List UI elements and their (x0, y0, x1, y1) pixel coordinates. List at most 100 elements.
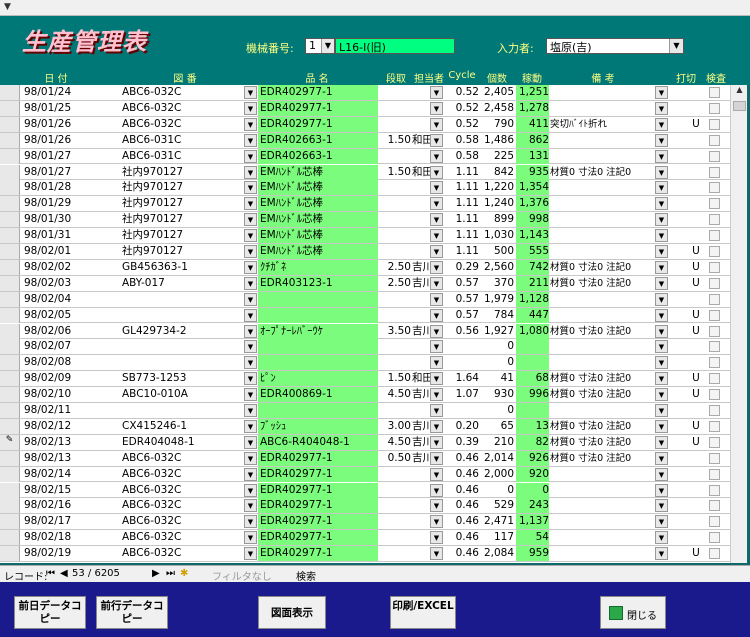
date-cell[interactable]: 98/01/26 (24, 117, 116, 132)
product-cell[interactable]: EDR402977-1 (258, 450, 378, 466)
table-row[interactable]: 98/02/14 ABC6-032C ▼ EDR402977-1 ▼ 0.46 2,000 9… (0, 466, 730, 483)
drawing-cell[interactable]: EDR404048-1 (122, 435, 242, 450)
product-cell[interactable]: EDR402977-1 (258, 482, 378, 498)
qty-cell[interactable]: 41 (480, 371, 514, 386)
row-selector[interactable] (0, 546, 20, 562)
date-cell[interactable]: 98/02/16 (24, 498, 116, 513)
inspect-checkbox[interactable] (709, 373, 720, 385)
inspect-checkbox[interactable] (709, 325, 720, 337)
uptime-cell[interactable]: 862 (516, 132, 549, 148)
uptime-cell[interactable]: 555 (516, 244, 549, 259)
note-cell[interactable] (550, 133, 654, 148)
setup-cell[interactable] (383, 85, 411, 100)
row-selector[interactable] (0, 100, 20, 116)
row-selector[interactable] (0, 403, 20, 418)
chevron-down-icon[interactable]: ▼ (430, 86, 443, 99)
date-cell[interactable]: 98/02/04 (24, 292, 116, 307)
collapse-arrow-icon[interactable]: ▼ (4, 2, 11, 12)
cut-cell[interactable] (690, 196, 702, 211)
setup-cell[interactable]: 2.50 (383, 276, 411, 291)
chevron-down-icon[interactable]: ▼ (430, 308, 443, 322)
date-cell[interactable]: 98/02/06 (24, 324, 116, 339)
uptime-cell[interactable]: 742 (516, 259, 549, 275)
uptime-cell[interactable]: 447 (516, 307, 549, 323)
table-row[interactable]: 98/01/31 社内970127 ▼ EMﾊﾝﾄﾞﾙ芯棒 ▼ 1.11 1,030 1,14… (0, 228, 730, 244)
uptime-cell[interactable]: 411 (516, 116, 549, 132)
cut-cell[interactable]: U (690, 371, 702, 386)
chevron-down-icon[interactable]: ▼ (430, 435, 443, 449)
operator-cell[interactable] (412, 244, 430, 259)
chevron-down-icon[interactable]: ▼ (430, 340, 443, 354)
chevron-down-icon[interactable]: ▼ (430, 213, 443, 227)
inspect-checkbox[interactable] (709, 452, 720, 464)
qty-cell[interactable]: 117 (480, 530, 514, 545)
chevron-down-icon[interactable]: ▼ (655, 308, 668, 322)
chevron-down-icon[interactable]: ▼ (655, 547, 668, 561)
product-cell[interactable]: EDR402663-1 (258, 148, 378, 164)
product-cell[interactable]: EDR402977-1 (258, 466, 378, 482)
uptime-cell[interactable]: 211 (516, 275, 549, 291)
chevron-down-icon[interactable]: ▼ (321, 39, 334, 53)
row-selector[interactable] (0, 212, 20, 228)
note-cell[interactable] (550, 308, 654, 323)
note-cell[interactable]: 材質0 寸法0 注記0 (550, 387, 654, 402)
drawing-cell[interactable]: ABC6-031C (122, 149, 242, 164)
chevron-down-icon[interactable]: ▼ (244, 483, 257, 497)
operator-cell[interactable] (412, 403, 430, 418)
inspect-checkbox[interactable] (709, 341, 720, 353)
chevron-down-icon[interactable]: ▼ (244, 308, 257, 322)
product-cell[interactable]: EDR402663-1 (258, 132, 378, 148)
date-cell[interactable]: 98/02/18 (24, 530, 116, 545)
chevron-down-icon[interactable]: ▼ (655, 404, 668, 417)
product-cell[interactable]: EDR402977-1 (258, 514, 378, 530)
cycle-cell[interactable]: 0.52 (446, 117, 479, 132)
drawing-cell[interactable]: 社内970127 (122, 196, 242, 211)
product-cell[interactable]: ｵｰﾌﾟﾅｰﾚﾊﾞｰｳｹ (258, 323, 378, 339)
uptime-cell[interactable]: 13 (516, 418, 549, 434)
drawing-cell[interactable]: ABC6-031C (122, 133, 242, 148)
operator-cell[interactable] (412, 339, 430, 354)
row-selector[interactable] (0, 196, 20, 212)
date-cell[interactable]: 98/02/11 (24, 403, 116, 418)
row-selector[interactable] (0, 307, 20, 323)
chevron-down-icon[interactable]: ▼ (430, 372, 443, 386)
setup-cell[interactable]: 0.50 (383, 451, 411, 466)
row-selector[interactable] (0, 132, 20, 148)
date-cell[interactable]: 98/02/13 (24, 451, 116, 466)
inspect-checkbox[interactable] (709, 405, 720, 416)
qty-cell[interactable]: 930 (480, 387, 514, 402)
note-cell[interactable] (550, 85, 654, 100)
chevron-down-icon[interactable]: ▼ (655, 451, 668, 465)
drawing-cell[interactable]: ABC6-032C (122, 85, 242, 100)
date-cell[interactable]: 98/02/14 (24, 467, 116, 482)
chevron-down-icon[interactable]: ▼ (430, 451, 443, 465)
inspect-checkbox[interactable] (709, 436, 720, 448)
chevron-down-icon[interactable]: ▼ (655, 531, 668, 545)
cut-cell[interactable] (690, 530, 702, 545)
inspect-checkbox[interactable] (709, 389, 720, 401)
qty-cell[interactable]: 1,927 (480, 324, 514, 339)
setup-cell[interactable] (383, 149, 411, 164)
inspect-checkbox[interactable] (709, 357, 720, 369)
chevron-down-icon[interactable]: ▼ (655, 483, 668, 497)
qty-cell[interactable]: 2,000 (480, 467, 514, 482)
chevron-down-icon[interactable]: ▼ (655, 435, 668, 449)
note-cell[interactable]: 材質0 寸法0 注記0 (550, 276, 654, 291)
setup-cell[interactable] (383, 244, 411, 259)
table-row[interactable]: 98/02/16 ABC6-032C ▼ EDR402977-1 ▼ 0.46 529 243… (0, 498, 730, 515)
note-cell[interactable] (550, 149, 654, 164)
note-cell[interactable]: 材質0 寸法0 注記0 (550, 419, 654, 434)
product-cell[interactable] (258, 307, 378, 323)
chevron-down-icon[interactable]: ▼ (655, 229, 668, 243)
chevron-down-icon[interactable]: ▼ (244, 451, 257, 465)
note-cell[interactable]: 材質0 寸法0 注記0 (550, 165, 654, 180)
print-excel-button[interactable]: 印刷/EXCEL (390, 596, 456, 629)
cut-cell[interactable] (690, 498, 702, 513)
chevron-down-icon[interactable]: ▼ (244, 435, 257, 449)
cycle-cell[interactable]: 0.58 (446, 133, 479, 148)
note-cell[interactable] (550, 546, 654, 561)
cycle-cell[interactable]: 1.11 (446, 228, 479, 243)
close-button[interactable]: 閉じる (600, 596, 666, 629)
setup-cell[interactable] (383, 546, 411, 561)
drawing-cell[interactable]: ABC6-032C (122, 483, 242, 498)
